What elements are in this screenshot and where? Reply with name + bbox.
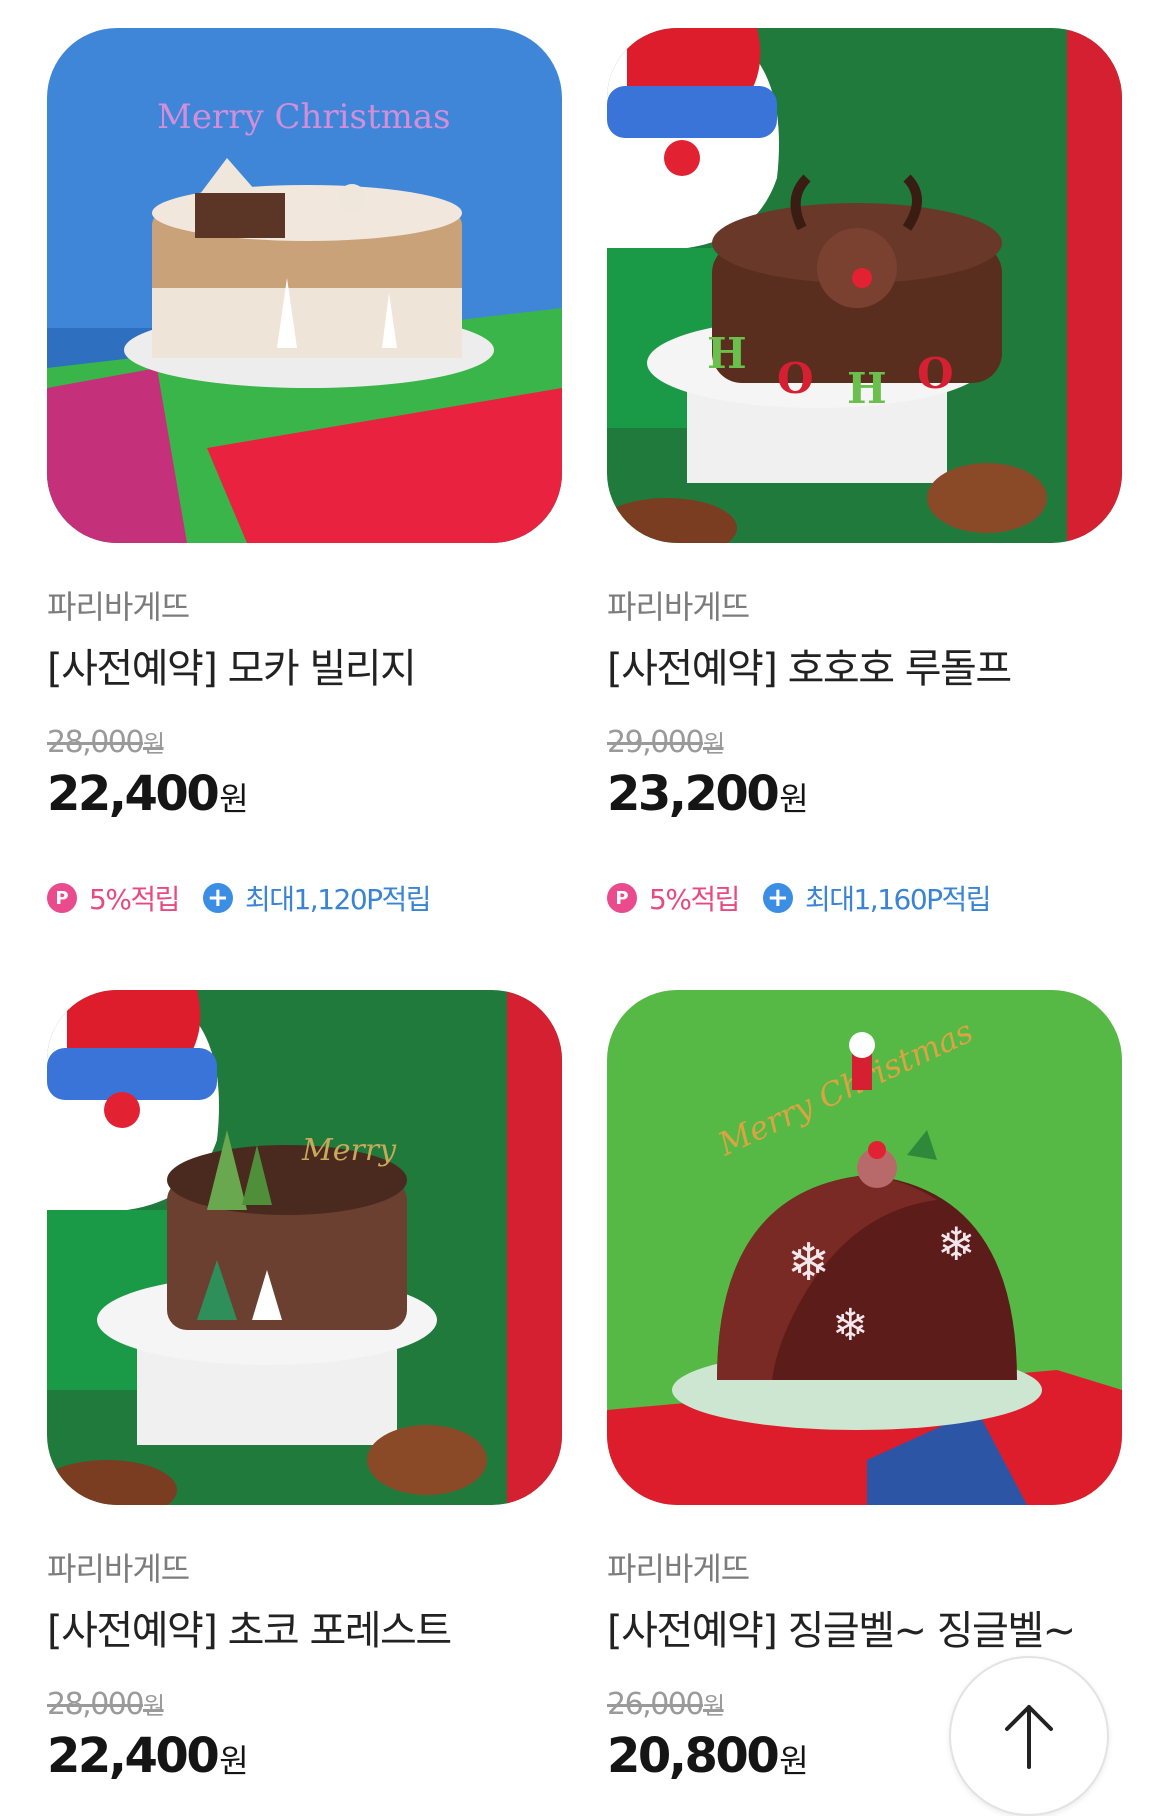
svg-text:H: H [847,364,887,413]
point-badges: P 5%적립 + 최대1,160P적립 [607,878,992,918]
product-name[interactable]: [사전예약] 징글벨~ 징글벨~ [607,1598,1076,1656]
plus-icon: + [202,883,233,913]
brand-label: 파리바게뜨 [47,1550,190,1588]
original-price: 29,000원 [607,725,725,760]
product-card[interactable]: H O H O 파리바게뜨 [사전예약] 호호호 루돌프 29,000원 23,… [607,28,1122,916]
sale-price: 20,800원 [607,1728,809,1784]
brand-label: 파리바게뜨 [607,588,750,626]
svg-text:O: O [917,349,954,398]
max-point: 최대1,160P적립 [804,883,992,916]
svg-text:❄: ❄ [937,1217,976,1271]
point-icon: P [47,883,77,913]
plus-icon: + [762,883,793,913]
point-badges: P 5%적립 + 최대1,120P적립 [47,878,432,918]
point-rate: 5%적립 [89,883,180,916]
product-name[interactable]: [사전예약] 초코 포레스트 [47,1598,452,1656]
svg-text:❄: ❄ [787,1233,831,1293]
point-rate: 5%적립 [649,883,740,916]
product-image[interactable]: H O H O [607,28,1122,543]
product-name[interactable]: [사전예약] 모카 빌리지 [47,636,417,694]
brand-label: 파리바게뜨 [47,588,190,626]
product-card[interactable]: ❄ ❄ ❄ Merry Christmas 파리바게뜨 [사전예약] 징글벨~ … [607,990,1122,1784]
arrow-up-icon [1005,1705,1053,1769]
original-price: 28,000원 [47,1687,165,1722]
product-image[interactable]: Merry [47,990,562,1505]
sale-price: 22,400원 [47,1728,249,1784]
brand-label: 파리바게뜨 [607,1550,750,1588]
product-image[interactable]: ❄ ❄ ❄ Merry Christmas [607,990,1122,1505]
product-grid: Merry Christmas 파리바게뜨 [사전예약] 모카 빌리지 28,0… [0,0,1170,1801]
product-card[interactable]: Merry Christmas 파리바게뜨 [사전예약] 모카 빌리지 28,0… [47,28,562,916]
svg-text:Merry Christmas: Merry Christmas [157,97,451,137]
original-price: 26,000원 [607,1687,725,1722]
product-name[interactable]: [사전예약] 호호호 루돌프 [607,636,1012,694]
max-point: 최대1,120P적립 [244,883,432,916]
sale-price: 23,200원 [607,766,809,822]
svg-text:❄: ❄ [832,1300,869,1351]
sale-price: 22,400원 [47,766,249,822]
svg-text:H: H [707,329,747,378]
product-card[interactable]: Merry 파리바게뜨 [사전예약] 초코 포레스트 28,000원 22,40… [47,990,562,1784]
product-image[interactable]: Merry Christmas [47,28,562,543]
svg-text:Merry: Merry [301,1133,397,1168]
point-icon: P [607,883,637,913]
scroll-to-top-button[interactable] [949,1656,1109,1816]
svg-text:O: O [777,354,814,403]
original-price: 28,000원 [47,725,165,760]
